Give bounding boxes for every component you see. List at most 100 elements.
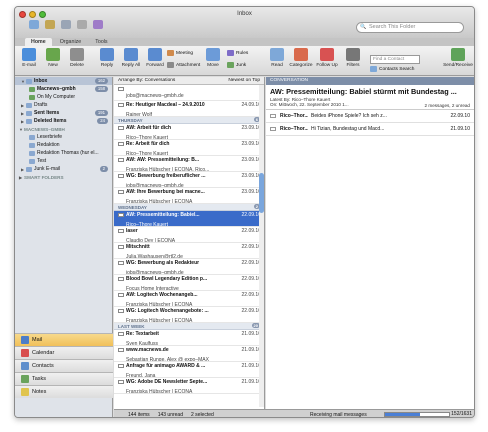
folder-icon[interactable] bbox=[29, 20, 39, 29]
message-row[interactable]: Re: Textarbeit 21.09.10 Sven Kaulfuss bbox=[114, 330, 264, 346]
rules-button[interactable]: Rules bbox=[227, 50, 248, 56]
move-button[interactable]: Move bbox=[201, 48, 225, 68]
sidebar-item-macnews-gmbh[interactable]: Macnews–gmbh 158 bbox=[15, 85, 112, 93]
envelope-icon bbox=[118, 364, 124, 368]
attachment-button[interactable]: Attachment bbox=[167, 62, 200, 68]
new-item-button[interactable]: New bbox=[41, 48, 65, 68]
sidebar-item-inbox[interactable]: ▼ Inbox 162 bbox=[15, 77, 112, 85]
message-row[interactable]: WG: Bewerbung freiberuflicher ... 23.09.1… bbox=[114, 172, 264, 188]
sidebar-item-junk-email[interactable]: ▶ Junk E-mail 2 bbox=[15, 165, 112, 173]
contacts-search-button[interactable]: Contacts Search bbox=[370, 66, 414, 72]
message-subject: Re: Textarbeit bbox=[126, 331, 159, 337]
nav-tasks[interactable]: Tasks bbox=[15, 372, 113, 385]
receive-progress-bar bbox=[384, 412, 450, 417]
contacts-search-icon bbox=[370, 66, 377, 72]
sidebar-item-deleted-items[interactable]: ▶ Deleted Items 24 bbox=[15, 117, 112, 125]
message-row[interactable]: Re: Heutiger Macdeal – 24.9.2010 24.09.10… bbox=[114, 101, 264, 117]
message-row[interactable]: AW: Arbeit für dich 23.09.10 Rico–Thore Ka… bbox=[114, 124, 264, 140]
reply-all-button[interactable]: Reply All bbox=[119, 48, 143, 68]
message-row[interactable]: AW: Logitech Wochenangeb... 22.09.10 Franz… bbox=[114, 291, 264, 307]
message-subject: Re: Arbeit für dich bbox=[126, 141, 170, 147]
nav-calendar[interactable]: Calendar bbox=[15, 346, 113, 359]
message-subject: AW: Arbeit für dich bbox=[126, 125, 171, 131]
message-row[interactable]: Re: Arbeit für dich 23.09.10 Rico–Thore Ka… bbox=[114, 140, 264, 156]
sidebar-item-redaktion-thomas[interactable]: Redaktion Thomas (hur el... bbox=[15, 149, 112, 157]
date-group-header[interactable]: WEDNESDAY 2 bbox=[114, 204, 264, 211]
delete-button[interactable]: Delete bbox=[65, 48, 89, 68]
receiving-status: Receiving mail messages bbox=[310, 411, 367, 418]
calendar-icon bbox=[21, 349, 29, 357]
message-subject: AW: Ihre Bewerbung bei macne... bbox=[126, 189, 205, 195]
new-item-icon bbox=[46, 48, 60, 61]
message-row[interactable]: www.macnews.de 21.09.10 Sebastian Runge, A… bbox=[114, 346, 264, 362]
message-row[interactable]: Anfrage für animago AWARD & ... 21.09.10 F… bbox=[114, 362, 264, 378]
sidebar-item-drafts[interactable]: ▶ Drafts bbox=[15, 101, 112, 109]
nav-notes[interactable]: Notes bbox=[15, 385, 113, 398]
message-row[interactable]: WG: Adobe DE Newsletter Septe... 21.09.10… bbox=[114, 378, 264, 394]
find-contact-input[interactable]: Find a Contact bbox=[370, 55, 420, 64]
message-row[interactable]: jobs@macnews–gmbh.de bbox=[114, 85, 264, 101]
help-icon[interactable] bbox=[93, 20, 103, 29]
sidebar-section-smart-folders[interactable]: ▶ SMART FOLDERS bbox=[15, 173, 112, 181]
categorize-icon bbox=[294, 48, 308, 61]
message-subject: Blood Bowl Legendary Edition p... bbox=[126, 276, 208, 282]
tab-home[interactable]: Home bbox=[25, 38, 52, 46]
envelope-icon bbox=[118, 103, 124, 107]
rules-icon bbox=[227, 50, 234, 56]
sidebar-item-sent-items[interactable]: ▶ Sent Items 191 bbox=[15, 109, 112, 117]
nav-mail[interactable]: Mail bbox=[15, 333, 113, 346]
message-row[interactable]: Mitschnitt 22.09.10 Julia.Washausen@rtl2.d… bbox=[114, 243, 264, 259]
print-icon[interactable] bbox=[77, 20, 87, 29]
reply-button[interactable]: Reply bbox=[95, 48, 119, 68]
date-group-header[interactable]: THURSDAY 6 bbox=[114, 117, 264, 124]
envelope-icon bbox=[118, 229, 124, 233]
selected-count: 2 selected bbox=[191, 411, 214, 418]
sidebar-item-test[interactable]: Test bbox=[15, 157, 112, 165]
new-email-button[interactable]: E-mail bbox=[17, 48, 41, 68]
meeting-button[interactable]: Meeting bbox=[167, 50, 193, 56]
mail-icon[interactable] bbox=[45, 20, 55, 29]
sidebar-item-on-my-computer[interactable]: On My Computer bbox=[15, 93, 112, 101]
date-group-header[interactable]: LAST WEEK 20 bbox=[114, 323, 264, 330]
message-row[interactable]: AW: Pressemitteilung: Babiel... 22.09.10 R… bbox=[114, 211, 264, 227]
follow-up-button[interactable]: Follow Up bbox=[315, 48, 339, 68]
search-input[interactable]: Search This Folder bbox=[356, 22, 464, 33]
nav-contacts[interactable]: Contacts bbox=[15, 359, 113, 372]
read-button[interactable]: Read bbox=[265, 48, 289, 68]
attachment-icon bbox=[167, 62, 174, 68]
folder-sidebar: ▼ Inbox 162 Macnews–gmbh 158 On My Computer… bbox=[15, 77, 113, 417]
move-icon bbox=[206, 48, 220, 61]
sidebar-section-macnews-gmbh[interactable]: ▼ MACNEWS–GMBH bbox=[15, 125, 112, 133]
message-list-scrollbar[interactable] bbox=[259, 85, 264, 407]
sidebar-item-leserbriefe[interactable]: Leserbriefe bbox=[15, 133, 112, 141]
sidebar-item-redaktion[interactable]: Redaktion bbox=[15, 141, 112, 149]
save-icon[interactable] bbox=[61, 20, 71, 29]
unread-count-badge: 158 bbox=[94, 86, 108, 92]
conversation-summary: 2 messages, 2 unread bbox=[424, 103, 470, 108]
conversation-message-row[interactable]: Rico–Thor... Beides iPhone Spiele? Ich se… bbox=[266, 110, 474, 123]
envelope-icon bbox=[118, 174, 124, 178]
filters-icon bbox=[346, 48, 360, 61]
mail-icon bbox=[21, 336, 29, 344]
junk-button[interactable]: Junk bbox=[227, 62, 246, 68]
message-row[interactable]: AW: Ihre Bewerbung bei macne... 23.09.10 F… bbox=[114, 188, 264, 204]
tab-tools[interactable]: Tools bbox=[89, 38, 113, 46]
scrollbar-thumb[interactable] bbox=[259, 173, 264, 213]
follow-up-icon bbox=[320, 48, 334, 61]
message-row[interactable]: WG: Bewerbung als Redakteur 22.09.10 jobs@… bbox=[114, 259, 264, 275]
message-row[interactable]: laser 22.09.10 Claudio Dey | ECONA bbox=[114, 227, 264, 243]
filters-button[interactable]: Filters bbox=[341, 48, 365, 68]
message-row[interactable]: WG: Logitech Wochenangebote: ... 22.09.10… bbox=[114, 307, 264, 323]
title-bar: Inbox Search This Folder bbox=[15, 7, 474, 38]
envelope-icon bbox=[118, 332, 124, 336]
envelope-icon bbox=[118, 158, 124, 162]
conversation-message-row[interactable]: Rico–Thor... Hi Tizian, Bundestag und Mac… bbox=[266, 123, 474, 136]
arrange-by-dropdown[interactable]: Arrange By: Conversations bbox=[118, 78, 175, 83]
message-row[interactable]: AW: AW: Pressemitteilung: B... 23.09.10 Fr… bbox=[114, 156, 264, 172]
tab-organize[interactable]: Organize bbox=[54, 38, 88, 46]
forward-button[interactable]: Forward bbox=[143, 48, 167, 68]
categorize-button[interactable]: Categorize bbox=[289, 48, 313, 68]
message-row[interactable]: Blood Bowl Legendary Edition p... 22.09.1… bbox=[114, 275, 264, 291]
sort-order-dropdown[interactable]: Newest on Top bbox=[228, 78, 260, 83]
send-receive-button[interactable]: Send/Receive bbox=[443, 48, 473, 68]
